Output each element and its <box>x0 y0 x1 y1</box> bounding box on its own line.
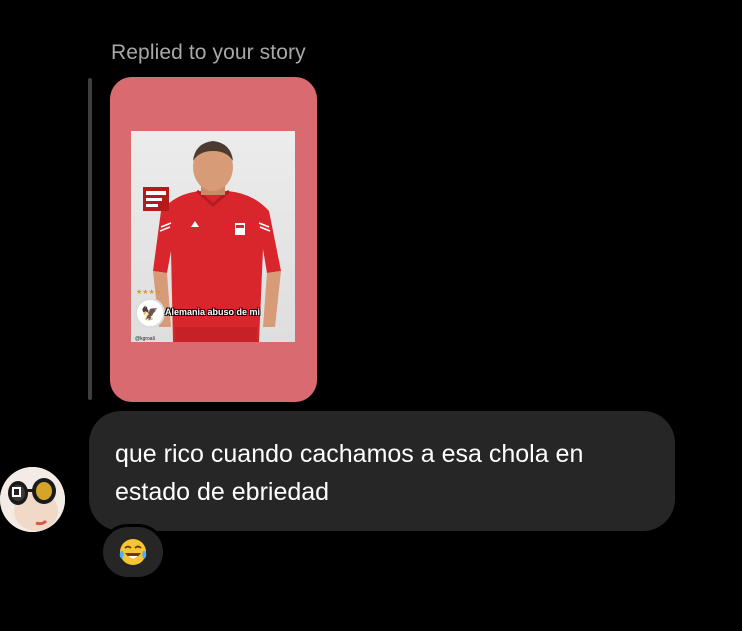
sender-avatar[interactable] <box>0 467 65 532</box>
chat-screen: Replied to your story ★★★★ 🦅 Alemania ab… <box>0 0 742 631</box>
message-bubble[interactable]: que rico cuando cachamos a esa chola en … <box>89 411 675 531</box>
reply-indicator-bar <box>88 78 92 400</box>
story-handle: @kgroali <box>135 336 155 342</box>
message-text-line-1: que rico cuando cachamos a esa chola en <box>115 440 584 468</box>
reaction-pill[interactable] <box>100 524 166 580</box>
story-caption: Alemania abuso de mi <box>165 307 261 317</box>
story-preview-card[interactable]: ★★★★ 🦅 Alemania abuso de mi @kgroali <box>110 77 317 402</box>
team-crest-icon: 🦅 <box>135 298 165 328</box>
message-text-line-2: estado de ebriedad <box>115 478 330 506</box>
channel-logo-icon <box>143 187 169 211</box>
story-photo: ★★★★ 🦅 Alemania abuso de mi @kgroali <box>131 131 295 342</box>
replied-to-story-label: Replied to your story <box>111 41 306 64</box>
laughing-tears-emoji-icon <box>119 539 147 565</box>
avatar-image <box>0 467 65 532</box>
stars-icon: ★★★★ <box>136 289 162 296</box>
